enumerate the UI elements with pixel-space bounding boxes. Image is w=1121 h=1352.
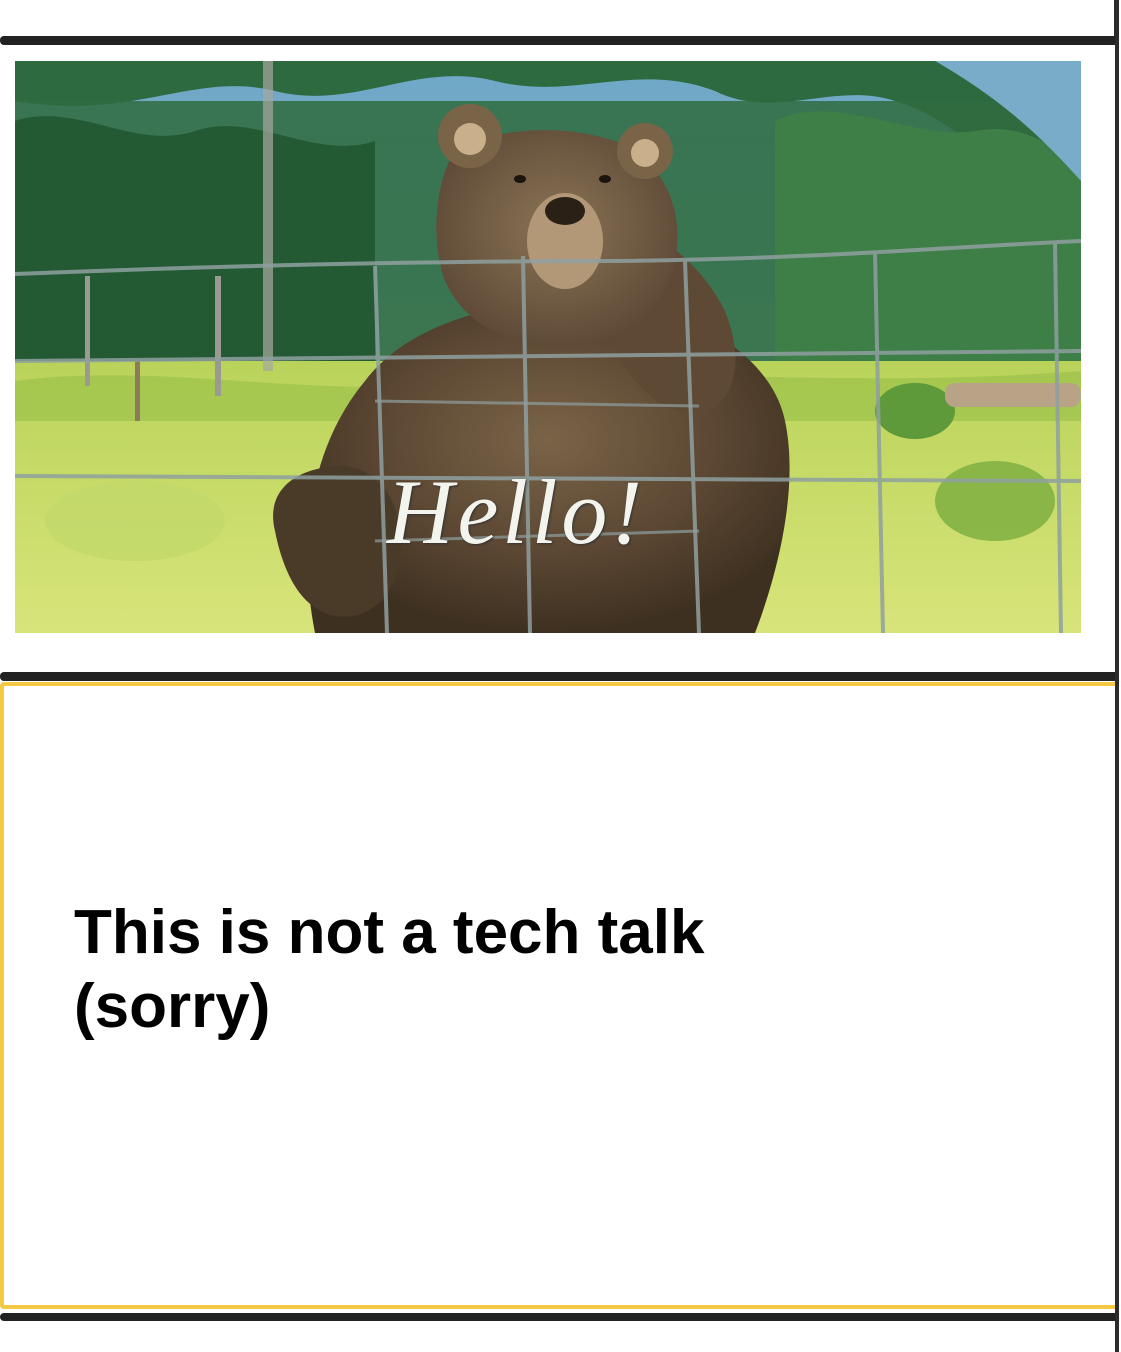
bear-waving-image: Hello! [15,61,1081,633]
slide-divider [0,36,1119,45]
slide-divider [0,1313,1119,1321]
slide-title-line-1: This is not a tech talk [74,898,705,967]
hello-overlay-text: Hello! [387,461,647,563]
slide-title-line-2: (sorry) [74,972,271,1042]
slide-divider [0,672,1119,681]
viewer-edge [1115,0,1119,1352]
slide-thumbnail-next[interactable] [0,1321,1118,1352]
slide-thumbnail-previous[interactable] [0,0,1118,36]
slide-title: This is not a tech talk (sorry) [74,896,974,1045]
slide-thumbnail-selected[interactable]: This is not a tech talk (sorry) [0,682,1119,1309]
slide-thumbnail-hello[interactable]: Hello! [0,45,1118,672]
